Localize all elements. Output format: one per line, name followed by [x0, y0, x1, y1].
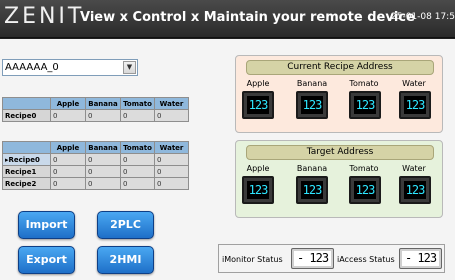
table-cell[interactable]: 0 — [120, 165, 155, 178]
target-tomato-display[interactable]: 123 — [349, 176, 381, 204]
column-header-banana[interactable]: Banana — [85, 141, 121, 154]
zenit-logo: ZENIT — [4, 4, 85, 29]
table-header-row: Apple Banana Tomato Water — [2, 141, 189, 154]
current-tomato-label: Tomato — [349, 79, 379, 88]
table-cell[interactable]: 0 — [85, 177, 121, 190]
current-water-label: Water — [402, 79, 426, 88]
table-row[interactable]: Recipe2 0 0 0 0 — [2, 177, 189, 190]
target-banana-display[interactable]: 123 — [296, 176, 328, 204]
recipe-select-value: AAAAAA_0 — [5, 62, 59, 73]
target-apple-display[interactable]: 123 — [242, 176, 274, 204]
target-water-display[interactable]: 123 — [399, 176, 431, 204]
current-banana-value: 123 — [301, 96, 323, 114]
current-tomato-display: 123 — [349, 91, 381, 119]
recipe-table-single: Apple Banana Tomato Water Recipe0 0 0 0 … — [2, 97, 189, 122]
target-water-value: 123 — [404, 181, 426, 199]
current-recipe-panel: Current Recipe Address Apple Banana Toma… — [235, 55, 443, 133]
table-cell[interactable]: 0 — [154, 109, 189, 122]
current-tomato-value: 123 — [354, 96, 376, 114]
current-banana-display: 123 — [296, 91, 328, 119]
table-cell[interactable]: 0 — [154, 153, 189, 166]
current-apple-value: 123 — [247, 96, 269, 114]
current-water-display: 123 — [399, 91, 431, 119]
to-hmi-button[interactable]: 2HMI — [97, 246, 154, 274]
row-label: Recipe2 — [2, 177, 51, 190]
target-water-label: Water — [402, 164, 426, 173]
import-button[interactable]: Import — [18, 211, 75, 239]
current-apple-display: 123 — [242, 91, 274, 119]
current-water-value: 123 — [404, 96, 426, 114]
status-panel: iMonitor Status - 123 iAccess Status - 1… — [218, 244, 445, 273]
column-header-tomato[interactable]: Tomato — [120, 141, 155, 154]
current-apple-label: Apple — [246, 79, 270, 88]
table-corner-cell — [2, 141, 51, 154]
target-banana-value: 123 — [301, 181, 323, 199]
datetime-display: 25-01-08 17:50 — [391, 12, 455, 22]
table-cell[interactable]: 0 — [120, 153, 155, 166]
table-cell[interactable]: 0 — [50, 165, 86, 178]
target-address-panel: Target Address Apple Banana Tomato Water… — [235, 140, 443, 218]
iaccess-status-label: iAccess Status — [337, 255, 395, 264]
column-header-apple[interactable]: Apple — [50, 141, 86, 154]
table-header-row: Apple Banana Tomato Water — [2, 97, 189, 110]
target-apple-value: 123 — [247, 181, 269, 199]
export-button[interactable]: Export — [18, 246, 75, 274]
recipe-select[interactable]: AAAAAA_0 ▼ — [2, 59, 138, 76]
target-tomato-label: Tomato — [349, 164, 379, 173]
table-cell[interactable]: 0 — [154, 177, 189, 190]
imonitor-status-display: - 123 — [291, 248, 334, 269]
row-label: ▸Recipe0 — [2, 153, 51, 166]
title-bar: ZENIT View x Control x Maintain your rem… — [0, 0, 455, 38]
to-plc-button[interactable]: 2PLC — [97, 211, 154, 239]
iaccess-status-value: - 123 — [402, 251, 439, 266]
column-header-apple[interactable]: Apple — [50, 97, 86, 110]
column-header-tomato[interactable]: Tomato — [120, 97, 155, 110]
target-tomato-value: 123 — [354, 181, 376, 199]
imonitor-status-label: iMonitor Status — [222, 255, 283, 264]
table-row[interactable]: ▸Recipe0 0 0 0 0 — [2, 153, 189, 166]
target-apple-label: Apple — [246, 164, 270, 173]
recipe-table-all: Apple Banana Tomato Water ▸Recipe0 0 0 0… — [2, 141, 189, 190]
row-label: Recipe0 — [2, 109, 51, 122]
column-header-water[interactable]: Water — [154, 141, 189, 154]
table-cell[interactable]: 0 — [85, 165, 121, 178]
table-corner-cell — [2, 97, 51, 110]
table-cell[interactable]: 0 — [120, 109, 155, 122]
current-banana-label: Banana — [296, 79, 328, 88]
iaccess-status-display: - 123 — [399, 248, 442, 269]
table-cell[interactable]: 0 — [50, 153, 86, 166]
table-row[interactable]: Recipe1 0 0 0 0 — [2, 165, 189, 178]
table-cell[interactable]: 0 — [154, 165, 189, 178]
target-banana-label: Banana — [296, 164, 328, 173]
table-cell[interactable]: 0 — [120, 177, 155, 190]
imonitor-status-value: - 123 — [294, 251, 331, 266]
chevron-down-icon[interactable]: ▼ — [123, 61, 136, 74]
target-address-title: Target Address — [246, 145, 434, 160]
column-header-water[interactable]: Water — [154, 97, 189, 110]
column-header-banana[interactable]: Banana — [85, 97, 121, 110]
table-row[interactable]: Recipe0 0 0 0 0 — [2, 109, 189, 122]
table-cell[interactable]: 0 — [85, 153, 121, 166]
row-label: Recipe1 — [2, 165, 51, 178]
table-cell[interactable]: 0 — [85, 109, 121, 122]
table-cell[interactable]: 0 — [50, 177, 86, 190]
current-recipe-title: Current Recipe Address — [246, 60, 434, 75]
table-cell[interactable]: 0 — [50, 109, 86, 122]
page-title: View x Control x Maintain your remote de… — [80, 10, 415, 25]
